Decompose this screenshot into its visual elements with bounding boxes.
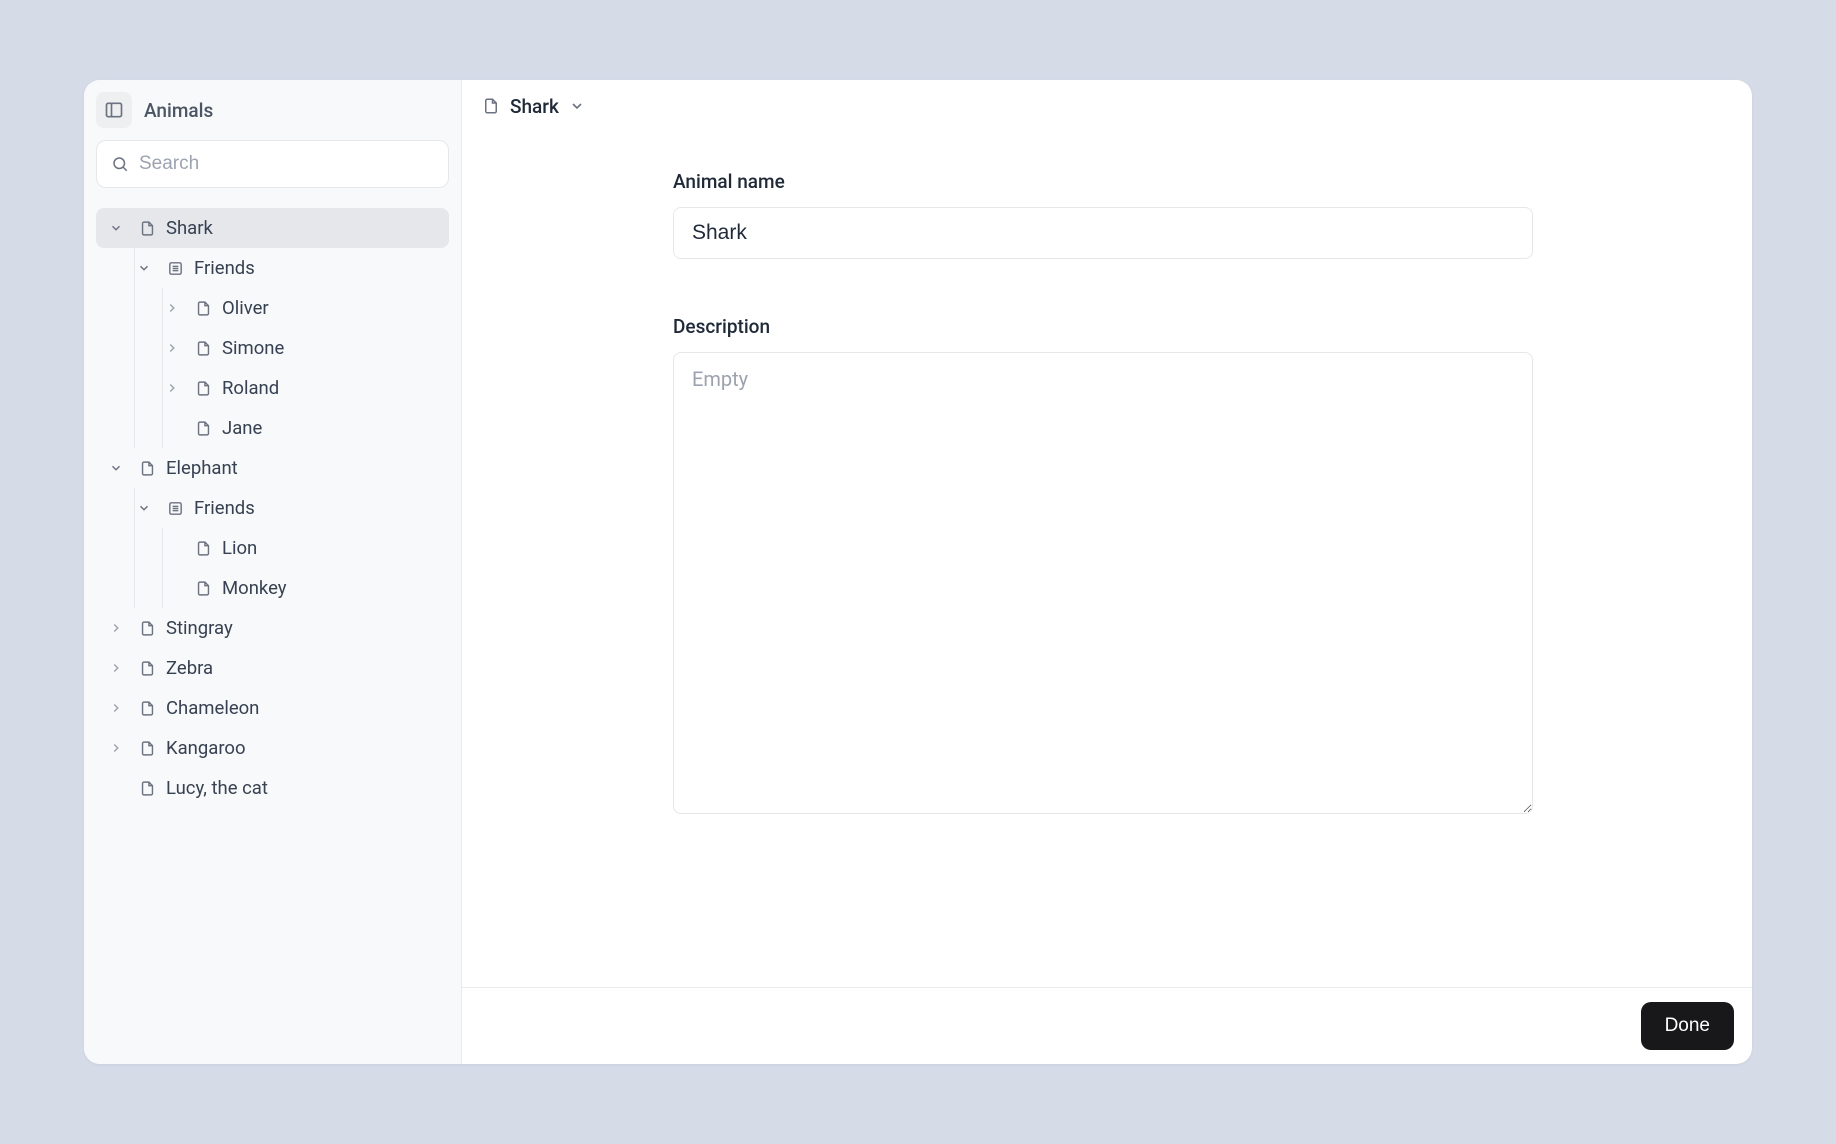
tree-item-chameleon[interactable]: Chameleon bbox=[96, 688, 449, 728]
done-button[interactable]: Done bbox=[1641, 1002, 1734, 1050]
tree-item-label: Friends bbox=[194, 257, 255, 279]
chevron-right-icon[interactable] bbox=[104, 621, 128, 635]
search-container bbox=[84, 140, 461, 202]
breadcrumb-label: Shark bbox=[510, 95, 559, 118]
tree-item-label: Friends bbox=[194, 497, 255, 519]
search-box[interactable] bbox=[96, 140, 449, 188]
tree-item-shark[interactable]: Shark bbox=[96, 208, 449, 248]
file-icon bbox=[192, 380, 214, 397]
file-icon bbox=[136, 700, 158, 717]
toggle-sidebar-button[interactable] bbox=[96, 92, 132, 128]
footer: Done bbox=[462, 987, 1752, 1064]
chevron-down-icon[interactable] bbox=[132, 501, 156, 515]
tree-item-label: Lucy, the cat bbox=[166, 777, 268, 799]
chevron-down-icon[interactable] bbox=[569, 98, 585, 114]
tree-item-simone[interactable]: Simone bbox=[152, 328, 449, 368]
search-icon bbox=[111, 155, 129, 173]
file-icon bbox=[136, 220, 158, 237]
tree-item-label: Stingray bbox=[166, 617, 233, 639]
chevron-right-icon[interactable] bbox=[104, 741, 128, 755]
app-window: Animals Shark bbox=[84, 80, 1752, 1064]
list-icon bbox=[164, 260, 186, 277]
file-icon bbox=[136, 460, 158, 477]
chevron-right-icon[interactable] bbox=[104, 661, 128, 675]
tree-item-label: Oliver bbox=[222, 297, 269, 319]
breadcrumb[interactable]: Shark bbox=[462, 80, 1752, 132]
file-icon bbox=[192, 420, 214, 437]
description-input[interactable] bbox=[673, 352, 1533, 814]
main-body: Animal name Description bbox=[462, 132, 1752, 987]
chevron-down-icon[interactable] bbox=[104, 461, 128, 475]
tree-item-label: Shark bbox=[166, 217, 213, 239]
tree: Shark Friends bbox=[84, 202, 461, 814]
tree-item-lucy[interactable]: Lucy, the cat bbox=[96, 768, 449, 808]
tree-item-elephant-friends[interactable]: Friends bbox=[124, 488, 449, 528]
tree-item-oliver[interactable]: Oliver bbox=[152, 288, 449, 328]
file-icon bbox=[192, 340, 214, 357]
file-icon bbox=[136, 740, 158, 757]
tree-item-monkey[interactable]: Monkey bbox=[152, 568, 449, 608]
file-icon bbox=[482, 97, 500, 115]
tree-item-label: Lion bbox=[222, 537, 257, 559]
main: Shark Animal name Description Done bbox=[462, 80, 1752, 1064]
chevron-right-icon[interactable] bbox=[160, 381, 184, 395]
chevron-right-icon[interactable] bbox=[104, 701, 128, 715]
file-icon bbox=[192, 580, 214, 597]
tree-item-label: Roland bbox=[222, 377, 279, 399]
tree-item-jane[interactable]: Jane bbox=[152, 408, 449, 448]
panel-left-icon bbox=[104, 100, 124, 120]
file-icon bbox=[192, 300, 214, 317]
form: Animal name Description bbox=[673, 170, 1533, 949]
sidebar-header: Animals bbox=[84, 80, 461, 140]
chevron-right-icon[interactable] bbox=[160, 341, 184, 355]
chevron-down-icon[interactable] bbox=[132, 261, 156, 275]
tree-children: Oliver Simone bbox=[152, 288, 449, 448]
file-icon bbox=[136, 780, 158, 797]
file-icon bbox=[136, 620, 158, 637]
tree-item-elephant[interactable]: Elephant bbox=[96, 448, 449, 488]
sidebar: Animals Shark bbox=[84, 80, 462, 1064]
tree-item-stingray[interactable]: Stingray bbox=[96, 608, 449, 648]
tree-children: Friends Oliver bbox=[124, 248, 449, 448]
name-label: Animal name bbox=[673, 170, 1533, 193]
tree-item-label: Jane bbox=[222, 417, 262, 439]
sidebar-title: Animals bbox=[144, 99, 213, 122]
description-label: Description bbox=[673, 315, 1533, 338]
chevron-down-icon[interactable] bbox=[104, 221, 128, 235]
tree-item-shark-friends[interactable]: Friends bbox=[124, 248, 449, 288]
tree-item-label: Simone bbox=[222, 337, 284, 359]
tree-item-zebra[interactable]: Zebra bbox=[96, 648, 449, 688]
file-icon bbox=[136, 660, 158, 677]
tree-item-label: Monkey bbox=[222, 577, 287, 599]
tree-children: Lion Monkey bbox=[152, 528, 449, 608]
tree-item-label: Chameleon bbox=[166, 697, 259, 719]
name-input[interactable] bbox=[673, 207, 1533, 259]
tree-item-label: Elephant bbox=[166, 457, 238, 479]
tree-item-label: Kangaroo bbox=[166, 737, 246, 759]
tree-item-label: Zebra bbox=[166, 657, 213, 679]
chevron-right-icon[interactable] bbox=[160, 301, 184, 315]
tree-item-roland[interactable]: Roland bbox=[152, 368, 449, 408]
tree-children: Friends Lion bbox=[124, 488, 449, 608]
file-icon bbox=[192, 540, 214, 557]
tree-item-kangaroo[interactable]: Kangaroo bbox=[96, 728, 449, 768]
tree-item-lion[interactable]: Lion bbox=[152, 528, 449, 568]
list-icon bbox=[164, 500, 186, 517]
search-input[interactable] bbox=[139, 153, 434, 175]
